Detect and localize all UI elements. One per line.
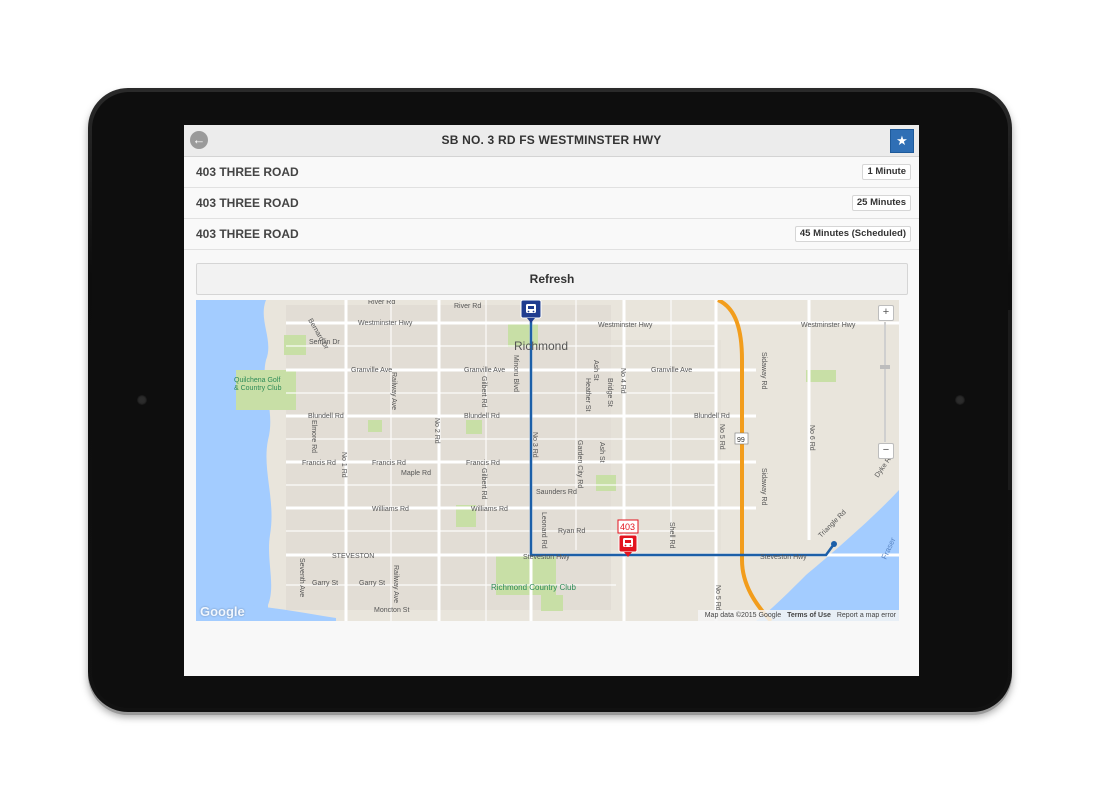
street-label: Francis Rd <box>302 460 336 467</box>
street-label: Seventh Ave <box>298 558 305 597</box>
arrival-row[interactable]: 403 THREE ROAD 45 Minutes (Scheduled) <box>184 219 919 250</box>
bus-icon[interactable]: 403 <box>617 519 639 557</box>
street-label: Shell Rd <box>668 522 675 549</box>
street-label: Garry St <box>312 580 338 587</box>
arrival-time-badge: 25 Minutes <box>851 195 911 211</box>
street-label: Garry St <box>359 580 385 587</box>
street-label: Williams Rd <box>471 506 508 513</box>
street-label: Westminster Hwy <box>358 320 413 327</box>
street-label: STEVESTON <box>332 553 374 560</box>
street-label: No 4 Rd <box>619 368 626 394</box>
map-data-text: Map data ©2015 Google <box>704 612 782 619</box>
street-label: No 5 Rd <box>718 424 725 450</box>
street-label: Leonard Rd <box>540 512 547 549</box>
street-label: Westminster Hwy <box>801 322 856 329</box>
street-label: No 6 Rd <box>808 425 815 451</box>
page-title: SB NO. 3 RD FS WESTMINSTER HWY <box>441 133 662 147</box>
street-label: Steveston Hwy <box>523 554 570 561</box>
street-label: River Rd <box>454 303 481 310</box>
place-label: Quilchena Golf & Country Club <box>234 377 282 392</box>
star-icon[interactable]: ★ <box>890 129 914 153</box>
street-label: Ash St <box>598 442 605 463</box>
street-label: Heather St <box>584 378 591 412</box>
street-label: No 5 Rd <box>714 585 721 611</box>
street-label: No 3 Rd <box>531 432 538 458</box>
street-label: No 2 Rd <box>433 418 440 444</box>
route-label: 403 THREE ROAD <box>196 196 299 210</box>
street-label: Saunders Rd <box>536 489 577 496</box>
map-attribution: Map data ©2015 Google Terms of Use Repor… <box>697 610 899 621</box>
street-label: Sidaway Rd <box>760 468 767 505</box>
left-sensor <box>137 395 147 405</box>
side-button <box>1008 310 1012 490</box>
street-label: River Rd <box>368 300 395 306</box>
street-label: Granville Ave <box>351 367 392 374</box>
street-label: Sidaway Rd <box>760 352 767 389</box>
park <box>466 420 482 434</box>
highway-number: 99 <box>737 437 745 444</box>
park <box>284 335 306 355</box>
street-label: Granville Ave <box>464 367 505 374</box>
street-label: Blundell Rd <box>694 413 730 420</box>
route-label: 403 THREE ROAD <box>196 227 299 241</box>
route-map[interactable]: River Rd River Rd Westminster Hwy Westmi… <box>196 300 899 621</box>
right-sensor <box>955 395 965 405</box>
terms-link[interactable]: Terms of Use <box>787 612 831 619</box>
title-bar: ← SB NO. 3 RD FS WESTMINSTER HWY ★ <box>184 125 919 157</box>
street-label: No 1 Rd <box>340 452 347 478</box>
google-logo: Google <box>200 604 245 619</box>
arrival-time-badge: 1 Minute <box>862 164 911 180</box>
street-label: Railway Ave <box>390 372 397 410</box>
street-label: Ryan Rd <box>558 528 585 535</box>
street-label: Moncton St <box>374 607 409 614</box>
street-label: Gilbert Rd <box>480 468 487 500</box>
report-error-link[interactable]: Report a map error <box>837 612 896 619</box>
street-label: Minoru Blvd <box>512 355 519 392</box>
bus-number-label: 403 <box>620 522 635 532</box>
street-label: Blundell Rd <box>308 413 344 420</box>
street-label: Ash St <box>592 360 599 381</box>
street-label: Steveston Hwy <box>760 554 807 561</box>
park <box>368 420 382 432</box>
street-label: Francis Rd <box>466 460 500 467</box>
place-label: Richmond Country Club <box>491 583 576 592</box>
zoom-slider-track[interactable] <box>884 322 886 442</box>
zoom-slider-handle[interactable] <box>880 365 890 369</box>
street-label: Elmore Rd <box>310 420 317 453</box>
route-end-point <box>831 541 837 547</box>
street-label: Williams Rd <box>372 506 409 513</box>
street-label: Westminster Hwy <box>598 322 653 329</box>
route-label: 403 THREE ROAD <box>196 165 299 179</box>
city-label: Richmond <box>514 339 568 353</box>
street-label: Railway Ave <box>392 565 399 603</box>
street-label: Garden City Rd <box>576 440 583 488</box>
arrival-row[interactable]: 403 THREE ROAD 25 Minutes <box>184 188 919 219</box>
arrival-time-badge: 45 Minutes (Scheduled) <box>794 226 911 242</box>
street-label: Bridge St <box>606 378 613 407</box>
park <box>541 595 563 611</box>
zoom-out-button[interactable]: − <box>878 443 894 459</box>
zoom-in-button[interactable]: + <box>878 305 894 321</box>
street-label: Gilbert Rd <box>480 376 487 408</box>
park <box>596 475 616 491</box>
refresh-button[interactable]: Refresh <box>196 263 908 295</box>
arrival-row[interactable]: 403 THREE ROAD 1 Minute <box>184 157 919 188</box>
street-label: Granville Ave <box>651 367 692 374</box>
west-water <box>196 300 272 621</box>
map-canvas[interactable]: River Rd River Rd Westminster Hwy Westmi… <box>196 300 899 621</box>
street-label: Blundell Rd <box>464 413 500 420</box>
app-screen: ← SB NO. 3 RD FS WESTMINSTER HWY ★ 403 T… <box>184 125 919 676</box>
street-label: Maple Rd <box>401 470 431 477</box>
street-label: Francis Rd <box>372 460 406 467</box>
